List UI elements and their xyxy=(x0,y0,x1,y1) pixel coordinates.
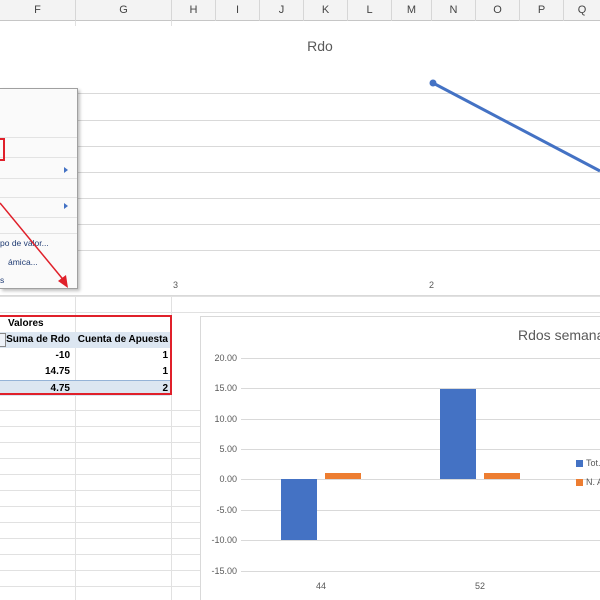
pivot-col-cuenta-apuesta[interactable]: Cuenta de Apuesta xyxy=(70,332,168,348)
pivot-header-row: Valores xyxy=(0,316,170,332)
x-axis-label: 44 xyxy=(316,581,327,591)
pivot-cell-cuenta[interactable]: 1 xyxy=(70,364,168,380)
y-axis-tick: -5.00 xyxy=(216,505,237,515)
gridline xyxy=(241,540,600,541)
legend-swatch-na xyxy=(576,479,583,486)
pivot-total-rdo[interactable]: 4.75 xyxy=(0,381,70,397)
bar-na-44[interactable] xyxy=(325,472,361,479)
bar-na-52[interactable] xyxy=(484,472,520,479)
table-row[interactable]: -10 1 xyxy=(0,348,170,364)
pivot-values-header[interactable]: Valores xyxy=(8,316,44,332)
y-axis-tick: 10.00 xyxy=(214,414,237,424)
pivot-total-row[interactable]: 4.75 2 xyxy=(0,380,170,396)
legend-label-tot: Tot. xyxy=(586,458,600,468)
y-axis-tick: 20.00 xyxy=(214,353,237,363)
gridline xyxy=(241,358,600,359)
x-axis-label: 52 xyxy=(475,581,486,591)
pivot-cell-rdo[interactable]: 14.75 xyxy=(0,364,70,380)
pivot-cell-rdo[interactable]: -10 xyxy=(0,348,70,364)
pivot-cell-cuenta[interactable]: 1 xyxy=(70,348,168,364)
y-axis-tick: 5.00 xyxy=(219,444,237,454)
gridline xyxy=(241,449,600,450)
pivot-table: Valores Suma de Rdo Cuenta de Apuesta -1… xyxy=(0,314,172,396)
arrow-head-icon xyxy=(58,275,68,288)
chart-title: Rdos semana xyxy=(518,327,600,343)
legend-label-na: N. A xyxy=(586,477,600,487)
pivot-column-row: Suma de Rdo Cuenta de Apuesta xyxy=(0,332,170,348)
gridline xyxy=(241,571,600,572)
pivot-total-cuenta[interactable]: 2 xyxy=(70,381,168,397)
arrow-line xyxy=(0,202,67,284)
bar-tot-52[interactable] xyxy=(440,389,476,479)
bar-tot-44[interactable] xyxy=(281,479,317,540)
y-axis-tick: 15.00 xyxy=(214,383,237,393)
gridline xyxy=(241,419,600,420)
gridline xyxy=(241,388,600,389)
y-axis-tick: -15.00 xyxy=(211,566,237,576)
legend-swatch-tot xyxy=(576,460,583,467)
y-axis-tick: 0.00 xyxy=(219,474,237,484)
pivot-col-suma-rdo[interactable]: Suma de Rdo xyxy=(6,332,70,348)
table-row[interactable]: 14.75 1 xyxy=(0,364,170,380)
y-axis-tick: -10.00 xyxy=(211,535,237,545)
bar-chart-rdos-semana[interactable]: Rdos semana 20.00 15.00 10.00 5.00 0.00 … xyxy=(200,316,600,600)
